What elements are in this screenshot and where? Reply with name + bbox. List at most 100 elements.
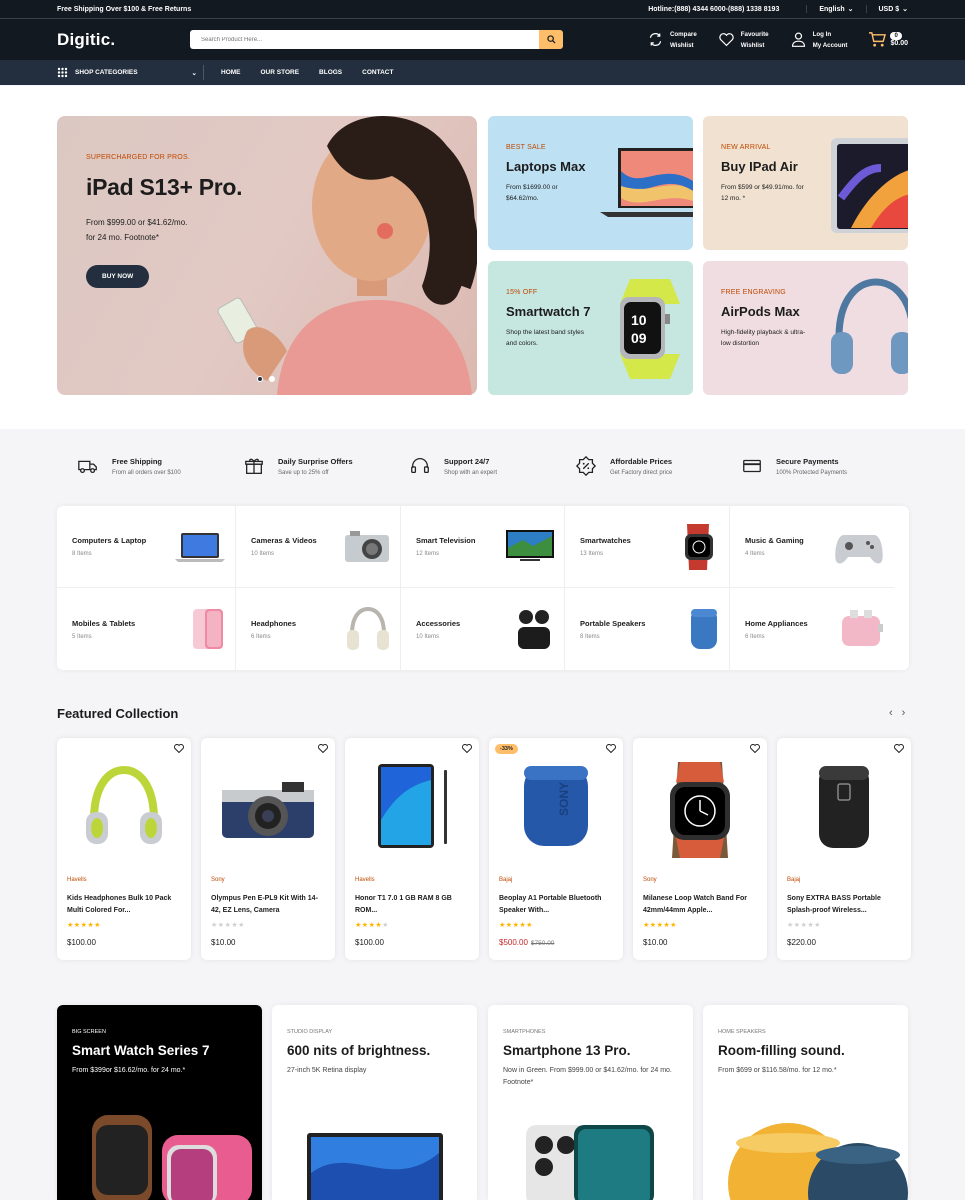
compare-link[interactable]: Compare Wishlist	[647, 29, 697, 51]
promo-card-display[interactable]: STUDIO DISPLAY 600 nits of brightness. 2…	[272, 1005, 477, 1200]
card-kicker: BIG SCREEN	[72, 1029, 106, 1035]
nav-our-store[interactable]: OUR STORE	[261, 69, 300, 76]
tablet-product-image	[378, 764, 447, 848]
star-empty-icon: ★	[217, 922, 225, 929]
smartphones-image	[526, 1125, 654, 1200]
speaker-product-image: SONY	[524, 766, 588, 846]
hotline-text: Hotline:(888) 4344 6000-(888) 1338 8193	[648, 5, 780, 13]
banner-title: Laptops Max	[506, 159, 586, 174]
chevron-down-icon: ⌄	[191, 69, 197, 77]
services-row: Free Shipping From all orders over $100 D…	[77, 455, 907, 477]
product-price: $220.00	[787, 938, 816, 947]
star-filled-icon: ★	[670, 922, 677, 929]
product-name[interactable]: Honor T1 7.0 1 GB RAM 8 GB ROM...	[355, 893, 470, 916]
account-link[interactable]: Log In My Account	[790, 29, 847, 51]
watch-product-image	[670, 762, 730, 858]
favourite-link[interactable]: Favourite Wishlist	[718, 29, 769, 51]
banner-smartwatch[interactable]: 10 09 15% OFF Smartwatch 7 Shop the lates…	[488, 261, 693, 395]
banner-airpods[interactable]: FREE ENGRAVING AirPods Max High-fidelity…	[703, 261, 908, 395]
promo-card-smartphone[interactable]: SMARTPHONES Smartphone 13 Pro. Now in Gr…	[488, 1005, 693, 1200]
carousel-dot[interactable]	[269, 376, 275, 382]
category-tile[interactable]: Smartwatches 13 Items	[565, 506, 730, 588]
heart-icon[interactable]	[894, 744, 904, 753]
banner-title: Buy IPad Air	[721, 159, 798, 174]
category-tile[interactable]: Headphones 6 Items	[236, 588, 401, 670]
product-card[interactable]: -33% SONY Bajaj Beoplay A1 Portable Blue…	[489, 738, 623, 960]
card-desc: From $699 or $116.58/mo. for 12 mo.*	[718, 1067, 837, 1074]
divider	[203, 65, 204, 80]
category-tile[interactable]: Mobiles & Tablets 5 Items	[57, 588, 236, 670]
heart-icon[interactable]	[318, 744, 328, 753]
featured-arrows: ‹ ›	[889, 707, 905, 719]
rating-stars: ★★★★★	[67, 921, 101, 929]
banner-title: Smartwatch 7	[506, 304, 591, 319]
product-card[interactable]: Havells Honor T1 7.0 1 GB RAM 8 GB ROM..…	[345, 738, 479, 960]
product-name[interactable]: Kids Headphones Bulk 10 Pack Multi Color…	[67, 893, 182, 916]
product-name[interactable]: Beoplay A1 Portable Bluetooth Speaker Wi…	[499, 893, 614, 916]
product-brand: Havells	[355, 877, 375, 883]
heart-icon[interactable]	[606, 744, 616, 753]
category-tile[interactable]: Computers & Laptop 8 Items	[57, 506, 236, 588]
featured-products: Havells Kids Headphones Bulk 10 Pack Mul…	[57, 738, 911, 960]
shop-categories-dropdown[interactable]: SHOP CATEGORIES ⌄	[57, 67, 203, 78]
chevron-right-icon[interactable]: ›	[902, 707, 906, 719]
product-name[interactable]: Milanese Loop Watch Band For 42mm/44mm A…	[643, 893, 758, 916]
heart-icon	[719, 33, 734, 47]
star-filled-icon: ★	[505, 922, 513, 929]
laptop-image	[175, 532, 225, 562]
banner-title: AirPods Max	[721, 304, 800, 319]
cart-link[interactable]: 0 $0.00	[868, 31, 908, 48]
nav-home[interactable]: HOME	[221, 69, 241, 76]
category-tile[interactable]: Music & Gaming 4 Items	[730, 506, 894, 588]
search-input[interactable]	[190, 30, 539, 49]
svg-text:09: 09	[631, 330, 647, 346]
category-tile[interactable]: Portable Speakers 8 Items	[565, 588, 730, 670]
promo-card-watch[interactable]: BIG SCREEN Smart Watch Series 7 From $39…	[57, 1005, 262, 1200]
banner-ipad-air[interactable]: NEW ARRIVAL Buy IPad Air From $599 or $4…	[703, 116, 908, 250]
earbuds-image	[518, 610, 550, 649]
nav-contact[interactable]: CONTACT	[362, 69, 393, 76]
category-tile[interactable]: Accessories 10 Items	[401, 588, 565, 670]
product-card[interactable]: Havells Kids Headphones Bulk 10 Pack Mul…	[57, 738, 191, 960]
carousel-dots	[257, 376, 275, 382]
category-tile[interactable]: Home Appliances 6 Items	[730, 588, 894, 670]
category-tile[interactable]: Smart Television 12 Items	[401, 506, 565, 588]
star-empty-icon: ★	[787, 922, 794, 929]
promo-card-speakers[interactable]: HOME SPEAKERS Room-filling sound. From $…	[703, 1005, 908, 1200]
homepod-image	[728, 1123, 908, 1200]
category-tile[interactable]: Cameras & Videos 10 Items	[236, 506, 401, 588]
star-filled-icon: ★	[94, 922, 101, 929]
product-name[interactable]: Olympus Pen E-PL9 Kit With 14-42, EZ Len…	[211, 893, 326, 916]
buy-now-button[interactable]: BUY NOW	[86, 265, 150, 288]
banner-kicker: 15% OFF	[506, 289, 538, 296]
product-name[interactable]: Sony EXTRA BASS Portable Splash-proof Wi…	[787, 893, 902, 916]
star-filled-icon: ★	[73, 922, 81, 929]
heart-icon[interactable]	[174, 744, 184, 753]
banner-laptops[interactable]: BEST SALE Laptops Max From $1699.00 or $…	[488, 116, 693, 250]
product-card[interactable]: Bajaj Sony EXTRA BASS Portable Splash-pr…	[777, 738, 911, 960]
heart-icon[interactable]	[750, 744, 760, 753]
banner-desc: From $1699.00 or $64.62/mo.	[506, 184, 558, 202]
chevron-left-icon[interactable]: ‹	[889, 707, 893, 719]
service-item: Affordable Prices Get Factory direct pric…	[575, 455, 741, 477]
hero-kicker: SUPERCHARGED FOR PROS.	[86, 154, 190, 161]
display-image	[307, 1133, 443, 1200]
logo[interactable]: Digitic.	[57, 30, 190, 50]
rating-stars: ★★★★★	[643, 921, 677, 929]
main-banner[interactable]: SUPERCHARGED FOR PROS. iPad S13+ Pro. Fr…	[57, 116, 477, 395]
language-select[interactable]: English ⌄	[806, 5, 854, 13]
nav-blogs[interactable]: BLOGS	[319, 69, 342, 76]
search-button[interactable]	[539, 30, 563, 49]
carousel-dot[interactable]	[257, 376, 263, 382]
card-kicker: HOME SPEAKERS	[718, 1029, 766, 1035]
heart-icon[interactable]	[462, 744, 472, 753]
card-title: 600 nits of brightness.	[287, 1043, 431, 1058]
hero-desc: From $999.00 or $41.62/mo. for 24 mo. Foo…	[86, 218, 188, 242]
banner-desc: High-fidelity playback & ultra-low disto…	[721, 329, 806, 347]
currency-select[interactable]: USD $ ⌄	[865, 5, 908, 13]
product-card[interactable]: Sony Milanese Loop Watch Band For 42mm/4…	[633, 738, 767, 960]
cart-icon	[869, 32, 887, 47]
product-card[interactable]: Sony Olympus Pen E-PL9 Kit With 14-42, E…	[201, 738, 335, 960]
product-brand: Havells	[67, 877, 87, 883]
smartphone-image	[193, 609, 223, 649]
